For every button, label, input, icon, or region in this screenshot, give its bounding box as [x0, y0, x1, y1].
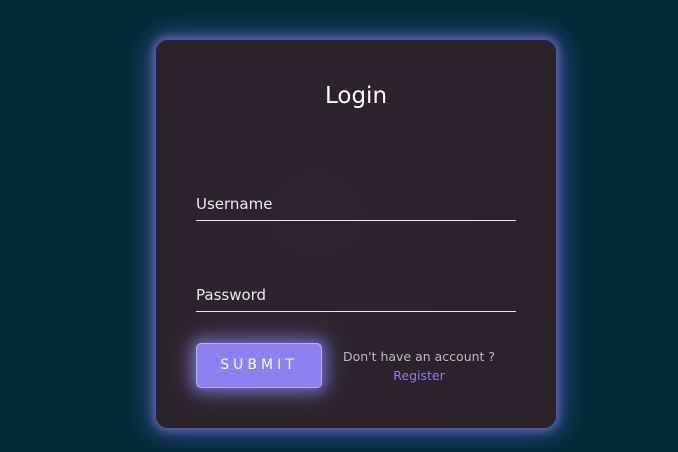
register-link[interactable]: Register: [340, 366, 498, 385]
username-input[interactable]: [196, 188, 520, 220]
account-prompt-text: Don't have an account ?: [342, 349, 496, 364]
password-input[interactable]: [196, 279, 520, 311]
register-prompt: Don't have an account ? Register: [340, 347, 498, 385]
password-field[interactable]: Password: [196, 279, 520, 312]
submit-button[interactable]: SUBMIT: [196, 343, 322, 388]
login-card: Login Username Password SUBMIT Don't hav…: [156, 40, 556, 428]
username-field[interactable]: Username: [196, 188, 520, 221]
login-title: Login: [324, 83, 388, 109]
